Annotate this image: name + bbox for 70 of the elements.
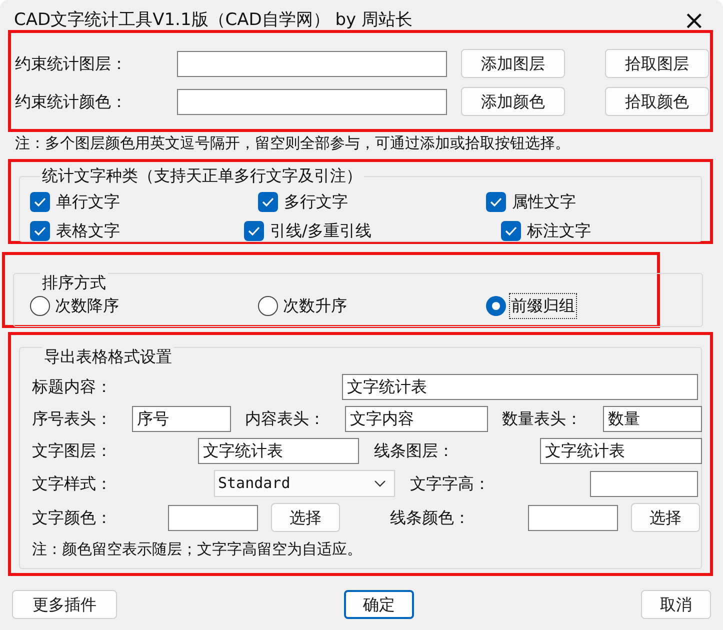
hint-text: 注：颜色留空表示随层；文字字高留空为自适应。 [32,539,363,560]
checkbox-label: 属性文字 [512,190,576,212]
checkbox[interactable]: 标注文字 [501,218,701,242]
checkbox-label: 表格文字 [56,220,120,242]
text-field[interactable]: 文字统计表 [198,438,359,464]
radio-button[interactable]: 次数降序 [30,294,258,318]
close-button[interactable]: × [683,8,705,34]
push-button[interactable]: 更多插件 [12,590,117,619]
field-label: 序号表头： [32,408,113,430]
checkbox[interactable]: 引线/多重引线 [244,218,501,242]
field-label: 文字颜色： [32,506,113,528]
field-label: 文字图层： [32,440,113,462]
checkbox-box[interactable] [244,220,264,240]
dropdown-value: Standard [218,473,290,494]
text-field[interactable]: 文字内容 [345,406,488,432]
checkbox[interactable]: 表格文字 [30,218,244,242]
checkbox-box[interactable] [258,192,278,212]
radio-label: 次数降序 [54,295,120,317]
radio-label: 次数升序 [282,295,348,317]
push-button[interactable]: 确定 [344,590,414,619]
checkbox[interactable]: 属性文字 [486,190,714,214]
push-button[interactable]: 拾取颜色 [605,87,709,116]
text-field[interactable]: 文字统计表 [342,374,698,400]
text-field[interactable]: 数量 [603,406,702,432]
push-button[interactable]: 选择 [631,503,700,532]
field-label: 数量表头： [502,408,583,430]
checkmark-icon [490,196,502,206]
checkmark-icon [34,226,46,236]
checkbox-label: 引线/多重引线 [270,220,372,242]
checkmark-icon [248,226,260,236]
field-label: 约束统计颜色： [15,90,128,112]
push-button[interactable]: 添加颜色 [461,87,565,116]
field-label: 文字样式： [32,472,113,494]
radio-button[interactable]: 次数升序 [258,294,486,318]
chevron-down-icon [374,480,386,487]
checkbox-box[interactable] [30,192,50,212]
push-button[interactable]: 取消 [641,590,711,619]
text-field[interactable] [590,470,698,496]
checkbox-box[interactable] [30,220,50,240]
checkbox[interactable]: 多行文字 [258,190,486,214]
checkmark-icon [505,226,517,236]
radio-label: 前缀归组 [510,294,576,318]
checkbox-label: 多行文字 [284,190,348,212]
checkbox-label: 单行文字 [56,190,120,212]
text-field[interactable] [528,504,618,530]
checkbox-label: 标注文字 [527,220,591,242]
group-title: 统计文字种类（支持天正单多行文字及引注） [40,165,364,187]
text-field[interactable] [177,88,447,114]
text-field[interactable] [177,50,447,76]
hint-text: 注：多个图层颜色用英文逗号隔开，留空则全部参与，可通过添加或拾取按钮选择。 [15,133,571,153]
text-field[interactable]: 序号 [132,406,231,432]
window-title: CAD文字统计工具V1.1版（CAD自学网） by 周站长 [14,9,413,32]
checkbox-box[interactable] [486,192,506,212]
radio-button[interactable]: 前缀归组 [486,294,714,318]
text-field[interactable] [168,504,258,530]
field-label: 内容表头： [245,408,326,430]
field-label: 文字字高： [410,472,491,494]
push-button[interactable]: 拾取图层 [605,49,709,78]
field-label: 约束统计图层： [15,52,128,74]
checkmark-icon [34,196,46,206]
style-dropdown[interactable]: Standard [214,470,395,497]
field-label: 线条图层： [374,440,455,462]
field-label: 线条颜色： [390,506,471,528]
push-button[interactable]: 添加图层 [461,49,565,78]
checkbox[interactable]: 单行文字 [30,190,258,214]
push-button[interactable]: 选择 [271,503,340,532]
checkmark-icon [262,196,274,206]
text-field[interactable]: 文字统计表 [540,438,702,464]
checkbox-box[interactable] [501,220,521,240]
field-label: 标题内容： [32,376,113,398]
